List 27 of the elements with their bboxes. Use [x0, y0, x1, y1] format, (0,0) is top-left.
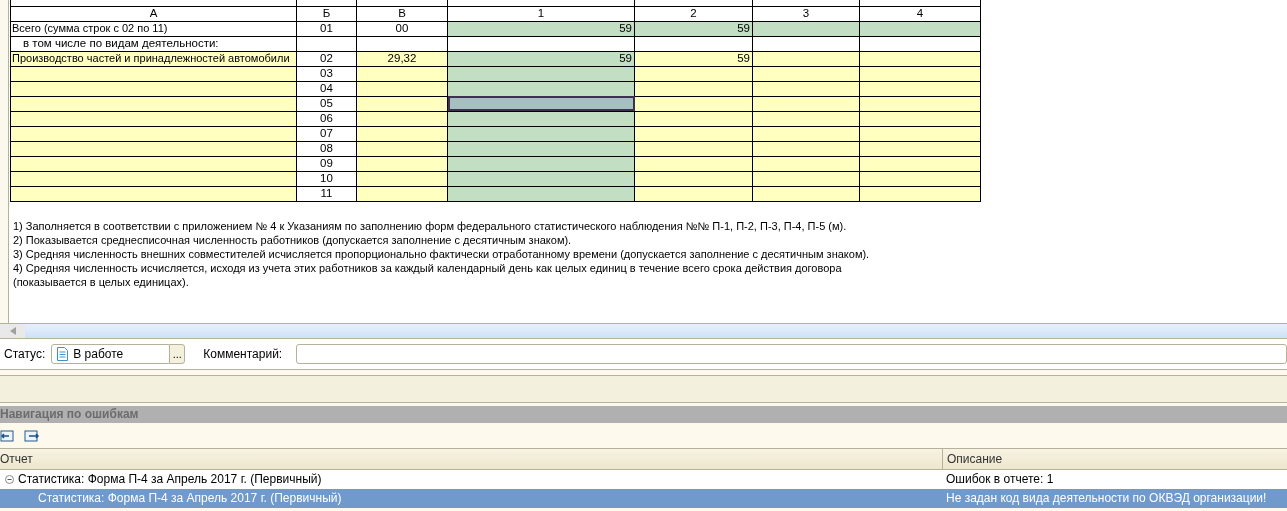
row-label: в том числе по видам деятельности:: [22, 37, 219, 49]
previous-error-icon[interactable]: [0, 428, 14, 443]
footnote: (показывается в целых единицах).: [13, 274, 190, 289]
table-cell[interactable]: [447, 96, 635, 111]
row-label[interactable]: Производство частей и принадлежностей автомобили: [10, 51, 297, 66]
choose-button[interactable]: ...: [169, 344, 186, 364]
panel-title: Навигация по ошибкам: [0, 406, 1287, 423]
table-cell[interactable]: [859, 51, 981, 66]
table-cell[interactable]: 29,32: [356, 51, 448, 66]
footnote: 3) Средняя численность внешних совместителей исчисляется пропорционально фактически отработанному времени (допускается заполнение с десятичным знаком).: [13, 246, 871, 261]
status-field[interactable]: В работе: [51, 344, 172, 364]
comment-label: Комментарий:: [203, 346, 283, 363]
row-code: 02: [296, 51, 357, 66]
table-cell[interactable]: 59: [447, 51, 635, 66]
footnote: 4) Средняя численность исчисляется, исходя из учета этих работников за каждый календарный день как целых единиц в течение всего срока действия договора: [13, 260, 843, 275]
status-label: Статус:: [4, 346, 46, 363]
document-icon: [57, 347, 69, 361]
footnote: 2) Показывается среднесписочная численность работников (допускается заполнение с десятичным знаком).: [13, 232, 573, 247]
table-cell[interactable]: [752, 51, 860, 66]
column-header[interactable]: Отчет: [0, 449, 942, 469]
tree-row[interactable]: Статистика: Форма П-4 за Апрель 2017 г. (Первичный) Ошибок в отчете: 1: [0, 470, 1287, 489]
comment-field[interactable]: [296, 344, 1287, 364]
horizontal-scrollbar[interactable]: [0, 323, 1287, 339]
footnote: 1) Заполняется в соответствии с приложением № 4 к Указаниям по заполнению форм федерального статистического наблюдения №№ П-1, П-2, П-3, П-4, П-5 (м).: [13, 218, 848, 233]
next-error-icon[interactable]: [24, 428, 40, 443]
table-cell[interactable]: 59: [634, 51, 753, 66]
column-header[interactable]: Описание: [942, 449, 1287, 469]
